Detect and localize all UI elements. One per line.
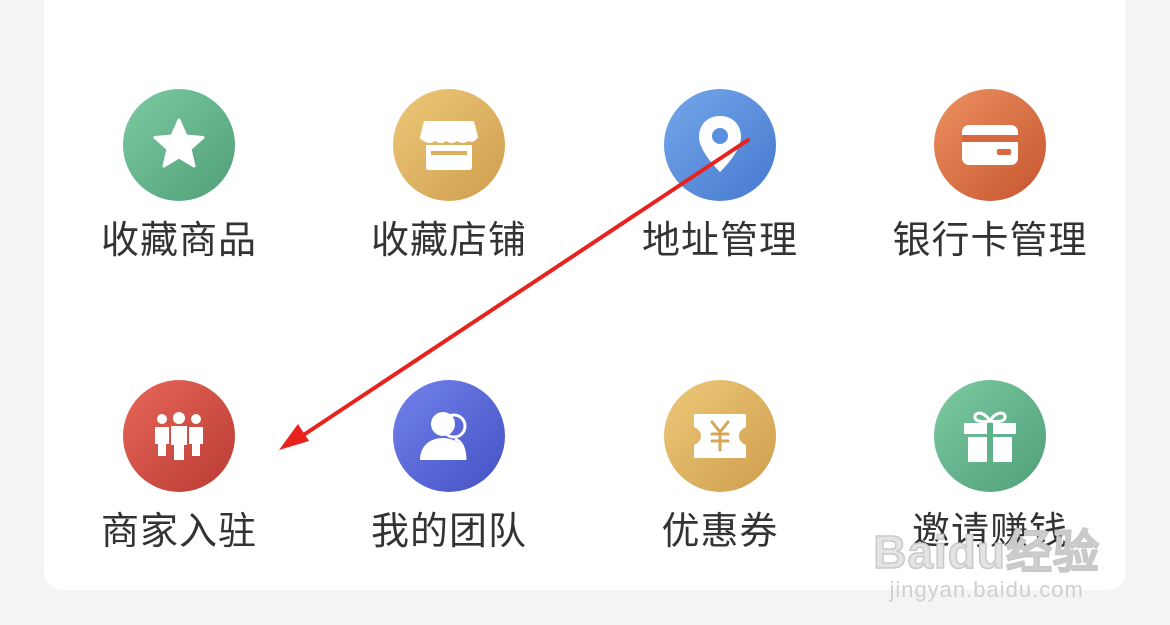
menu-item-favorite-stores[interactable]: 收藏店铺 (329, 89, 569, 289)
team-user-icon (393, 380, 505, 492)
menu-card: 收藏商品 收藏店铺 地址管理 银行卡管理 商家入驻 我的团队 优惠券 邀请赚钱 (44, 0, 1126, 590)
menu-item-coupons[interactable]: 优惠券 (600, 380, 840, 580)
star-icon (123, 89, 235, 201)
watermark-logo: Baidu经验 (872, 526, 1100, 578)
menu-item-label: 收藏店铺 (370, 220, 527, 262)
people-group-icon (123, 380, 235, 492)
menu-item-favorite-goods[interactable]: 收藏商品 (59, 89, 299, 289)
location-pin-icon (664, 89, 776, 201)
coupon-yen-icon (664, 380, 776, 492)
bank-card-icon (934, 89, 1046, 201)
menu-item-label: 优惠券 (661, 511, 779, 553)
menu-item-label: 银行卡管理 (892, 220, 1088, 262)
menu-item-label: 我的团队 (370, 511, 527, 553)
menu-item-my-team[interactable]: 我的团队 (329, 380, 569, 580)
menu-item-bank-card-management[interactable]: 银行卡管理 (870, 89, 1110, 289)
gift-icon (934, 380, 1046, 492)
baidu-watermark: Baidu经验 jingyan.baidu.com (872, 526, 1100, 603)
watermark-url: jingyan.baidu.com (889, 577, 1084, 602)
menu-item-label: 商家入驻 (100, 511, 257, 553)
menu-item-merchant-join[interactable]: 商家入驻 (59, 380, 299, 580)
menu-item-address-management[interactable]: 地址管理 (600, 89, 840, 289)
menu-item-label: 收藏商品 (100, 220, 257, 262)
menu-item-label: 地址管理 (641, 220, 798, 262)
store-icon (393, 89, 505, 201)
